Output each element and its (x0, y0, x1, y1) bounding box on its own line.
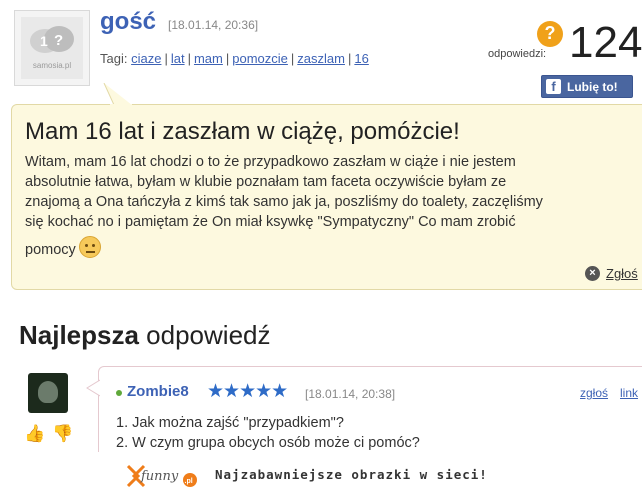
tag-link[interactable]: lat (171, 51, 185, 66)
asker-avatar: 1 ? samosia.pl (14, 10, 90, 86)
question-title: Mam 16 lat i zaszłam w ciążę, pomóżcie! (25, 118, 460, 145)
question-body-line: absolutnie łatwa, byłam w klubie poznała… (25, 174, 507, 190)
tag-link[interactable]: ciaze (131, 51, 161, 66)
answer-permalink[interactable]: link (620, 386, 638, 400)
answer-username[interactable]: Zombie8 (127, 383, 189, 400)
tag-link[interactable]: zaszlam (297, 51, 345, 66)
question-body: Witam, mam 16 lat chodzi o to że przypad… (25, 152, 637, 260)
embarrassed-emoji-icon (78, 236, 101, 258)
answer-bubble-tail (86, 379, 100, 397)
bubble-tail (103, 83, 132, 107)
question-mark-icon: ? (537, 21, 563, 47)
footer-logo-text: funny (140, 469, 179, 484)
report-icon[interactable]: × (585, 266, 600, 281)
question-body-line: pomocy (25, 242, 76, 258)
answers-label: odpowiedzi: (488, 48, 547, 60)
facebook-like-button[interactable]: f Lubię to! (541, 75, 633, 98)
question-page: 1 ? samosia.pl gość [18.01.14, 20:36] Ta… (0, 0, 642, 452)
question-author[interactable]: gość (100, 8, 156, 36)
rating-stars-icon: ★★★★★ (207, 381, 288, 402)
speech-bubbles-icon: 1 ? (30, 26, 74, 53)
thumb-up-icon[interactable]: 👍 (24, 424, 45, 444)
best-answer-heading-bold: Najlepsza (19, 320, 139, 350)
question-body-line: się kochać no i pamiętam że On miał ksyw… (25, 214, 516, 230)
svg-text:1: 1 (40, 33, 48, 49)
avatar-logo-text: samosia.pl (32, 61, 72, 70)
question-body-line: znajomą a Ona tańczyła z kimś tak samo j… (25, 194, 543, 210)
svg-text:?: ? (54, 32, 63, 49)
question-tags: Tagi: ciaze | lat | mam | pomozcie | zaszlam | 16 (100, 51, 369, 66)
watermark-footer: funny .pl Najzabawniejsze obrazki w siec… (0, 452, 642, 495)
tags-label: Tagi: (100, 51, 128, 66)
answers-count: 124 (569, 18, 642, 67)
answer-line: 2. W czym grupa obcych osób może ci pomó… (116, 435, 420, 451)
best-answer-heading-rest: odpowiedź (138, 320, 271, 350)
footer-tagline: Najzabawniejsze obrazki w sieci! (215, 467, 488, 482)
question-body-line: Witam, mam 16 lat chodzi o to że przypad… (25, 154, 516, 170)
tag-link[interactable]: pomozcie (232, 51, 288, 66)
answer-line: 1. Jak można zajść "przypadkiem"? (116, 415, 344, 431)
answer-report-link[interactable]: zgłoś (580, 386, 608, 400)
question-date: [18.01.14, 20:36] (168, 18, 259, 32)
footer-logo-suffix: .pl (185, 478, 193, 485)
tag-link[interactable]: 16 (354, 51, 368, 66)
online-status-icon (116, 390, 122, 396)
like-button-label: Lubię to! (567, 80, 618, 94)
answer-date: [18.01.14, 20:38] (305, 387, 396, 401)
answerer-avatar[interactable] (28, 373, 68, 413)
thumb-down-icon[interactable]: 👎 (52, 424, 73, 444)
funny-logo: funny .pl (126, 464, 197, 488)
facebook-icon: f (546, 79, 561, 94)
tag-link[interactable]: mam (194, 51, 223, 66)
best-answer-heading: Najlepsza odpowiedź (19, 320, 271, 351)
question-report-link[interactable]: Zgłoś (606, 266, 638, 281)
